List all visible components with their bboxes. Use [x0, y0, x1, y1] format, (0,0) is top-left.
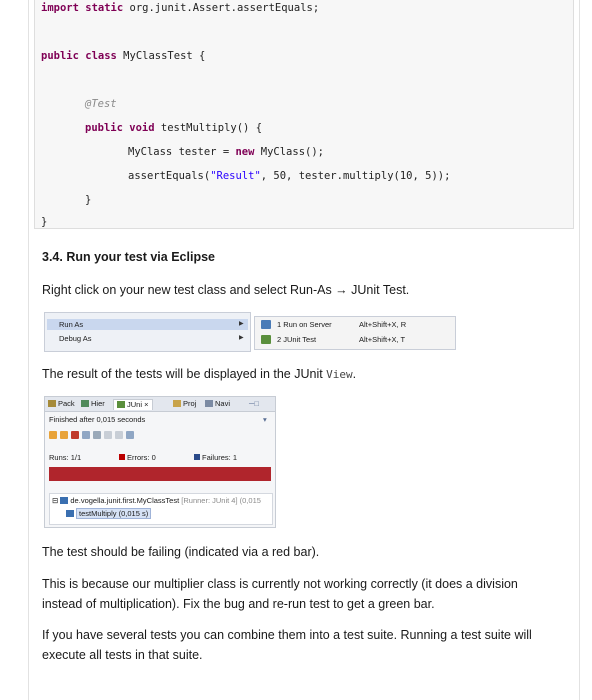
junit-icon	[261, 335, 271, 344]
errors-value: 0	[151, 453, 156, 462]
tree-runner: [Runner: JUnit 4] (0,015	[181, 496, 261, 505]
context-menu-screenshot: Run As ▶ Debug As ▶ 1 Run on Server Alt+…	[44, 312, 524, 352]
view-tabs: Pack Hier JUni × Proj Navi ─□	[45, 397, 275, 412]
code-close-class: }	[41, 216, 48, 228]
hierarchy-icon	[81, 400, 89, 407]
tab-label: JUni	[127, 400, 143, 409]
instruction-text: Right click on your new test class and s…	[42, 283, 410, 297]
scroll-lock-icon[interactable]	[82, 431, 90, 439]
result-text: The result of the tests will be displaye…	[42, 364, 552, 385]
view-menu-icon[interactable]: ▾	[263, 415, 267, 425]
code-tester-line: MyClass tester = new MyClass();	[128, 146, 324, 158]
tab-package[interactable]: Pack	[48, 399, 75, 409]
code-class-line: public class MyClassTest {	[41, 50, 205, 62]
rerun-failed-icon[interactable]	[104, 431, 112, 439]
runs-value: 1/1	[70, 453, 82, 462]
next-failure-icon[interactable]	[49, 431, 57, 439]
code-assert-line: assertEquals("Result", 50, tester.multip…	[128, 170, 450, 182]
code-close-method: }	[85, 194, 92, 206]
junit-toolbar	[49, 431, 137, 441]
code-text: MyClass tester =	[128, 146, 236, 158]
tab-label: Proj	[183, 399, 197, 408]
tab-project[interactable]: Proj	[173, 399, 196, 409]
code-block: import static org.junit.Assert.assertEqu…	[34, 0, 574, 229]
expand-icon[interactable]: ⊟	[52, 496, 58, 505]
test-suite-icon	[60, 497, 69, 504]
junit-view-screenshot: Pack Hier JUni × Proj Navi ─□ Finished a…	[44, 396, 276, 528]
para-failing: The test should be failing (indicated vi…	[42, 545, 320, 559]
previous-failure-icon[interactable]	[60, 431, 68, 439]
tab-label: Pack	[58, 399, 75, 408]
history-icon[interactable]	[126, 431, 134, 439]
rerun-icon[interactable]	[93, 431, 101, 439]
navigator-icon	[205, 400, 213, 407]
submenu: 1 Run on Server Alt+Shift+X, R 2 JUnit T…	[254, 316, 456, 350]
tree-class-name: de.vogella.junit.first.MyClassTest	[70, 496, 180, 505]
failures-stat: Failures: 1	[194, 453, 237, 462]
runs-stat: Runs: 1/1	[49, 453, 81, 462]
failure-icon	[194, 454, 200, 460]
menu-item-debug-as[interactable]: Debug As	[59, 334, 92, 343]
failures-label: Failures:	[202, 453, 231, 462]
submenu-arrow-icon: ▶	[239, 335, 244, 341]
shortcut-junit-test: Alt+Shift+X, T	[359, 335, 406, 344]
code-string: "Result"	[210, 170, 261, 182]
code-keyword: public class	[41, 50, 117, 62]
result-text-post: .	[352, 367, 357, 381]
context-menu: Run As ▶ Debug As ▶	[44, 312, 251, 352]
package-icon	[48, 400, 56, 407]
code-text: MyClass();	[254, 146, 324, 158]
minimize-icon[interactable]: ─□	[249, 399, 259, 409]
tab-junit[interactable]: JUni ×	[113, 399, 153, 410]
code-annotation: @Test	[85, 98, 117, 110]
test-result-bar	[49, 467, 271, 481]
submenu-item-run-on-server[interactable]: 1 Run on Server	[277, 320, 332, 329]
result-text-code: View	[326, 368, 353, 381]
submenu-arrow-icon: ▶	[239, 321, 244, 327]
test-tree: ⊟ de.vogella.junit.first.MyClassTest [Ru…	[49, 493, 273, 525]
tree-node-method[interactable]: testMultiply (0,015 s)	[66, 508, 152, 519]
tab-navigator[interactable]: Navi	[205, 399, 230, 409]
para-reason: This is because our multiplier class is …	[42, 577, 518, 611]
shortcut-run-on-server: Alt+Shift+X, R	[359, 320, 407, 329]
error-icon	[119, 454, 125, 460]
show-failures-icon[interactable]	[71, 431, 79, 439]
submenu-item-junit-test[interactable]: 2 JUnit Test	[277, 335, 316, 344]
code-text: MyClassTest {	[116, 50, 206, 62]
stop-icon[interactable]	[115, 431, 123, 439]
test-error-icon	[66, 510, 74, 517]
code-keyword: public void	[85, 122, 155, 134]
code-text: org.junit.Assert.assertEquals;	[123, 2, 320, 14]
failures-value: 1	[232, 453, 238, 462]
menu-item-run-as[interactable]: Run As	[59, 320, 83, 329]
tree-node-class[interactable]: ⊟ de.vogella.junit.first.MyClassTest [Ru…	[52, 496, 261, 505]
junit-icon	[117, 401, 125, 408]
server-icon	[261, 320, 271, 329]
result-text-pre: The result of the tests will be displaye…	[42, 367, 327, 381]
errors-label: Errors:	[127, 453, 150, 462]
code-keyword: import static	[41, 2, 124, 14]
tree-method-name: testMultiply (0,015 s)	[76, 508, 152, 519]
errors-stat: Errors: 0	[119, 453, 156, 462]
close-icon[interactable]: ×	[144, 400, 148, 409]
finished-text: Finished after 0,015 seconds	[49, 415, 146, 424]
tab-hierarchy[interactable]: Hier	[81, 399, 105, 409]
code-keyword: new	[235, 146, 255, 158]
para-suite: If you have several tests you can combin…	[42, 628, 532, 662]
code-text: , 50, tester.multiply(10, 5));	[260, 170, 451, 182]
code-method-line: public void testMultiply() {	[85, 122, 262, 134]
code-text: testMultiply() {	[154, 122, 263, 134]
code-import-line: import static org.junit.Assert.assertEqu…	[41, 2, 319, 14]
tab-label: Hier	[91, 399, 105, 408]
runs-label: Runs:	[49, 453, 69, 462]
section-heading: 3.4. Run your test via Eclipse	[42, 250, 215, 264]
code-text: assertEquals(	[128, 170, 211, 182]
project-icon	[173, 400, 181, 407]
tab-label: Navi	[215, 399, 231, 408]
